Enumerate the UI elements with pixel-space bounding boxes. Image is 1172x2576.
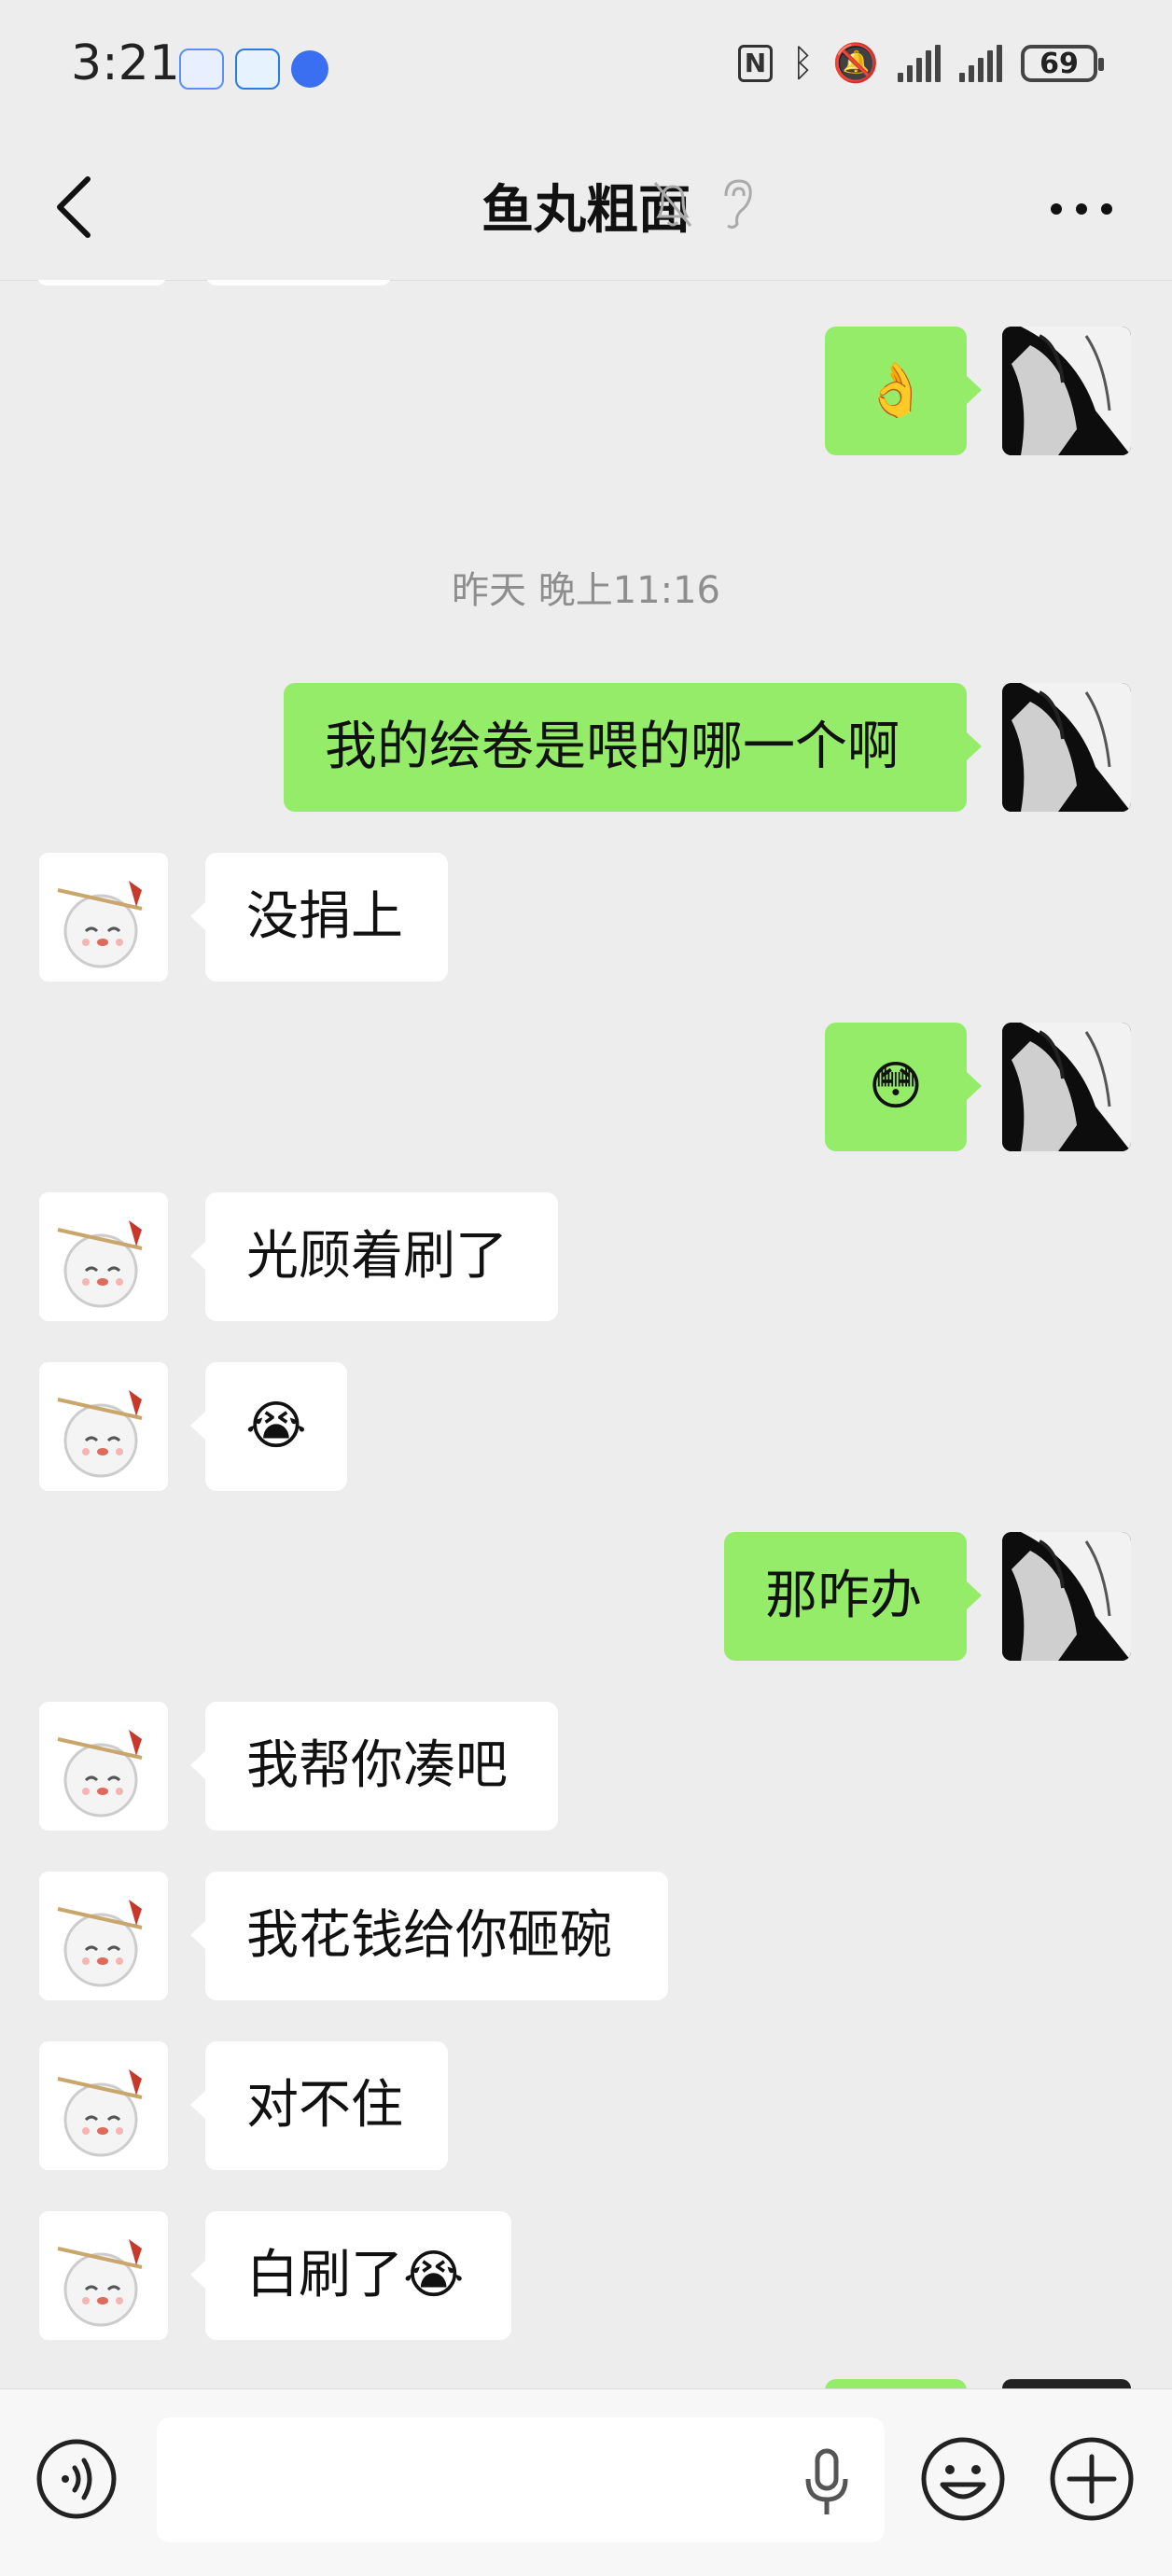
partial-bubble (825, 2379, 967, 2388)
message-bubble-contact[interactable]: 对不住 (190, 2041, 448, 2170)
avatar-contact[interactable] (39, 1192, 168, 1321)
avatar-contact[interactable] (39, 2211, 168, 2340)
message-bubble-contact[interactable]: 我帮你凑吧 (190, 1702, 558, 1831)
app-notification-icon (179, 49, 224, 90)
voice-icon[interactable] (34, 2436, 119, 2522)
input-bar (0, 2388, 1172, 2576)
app-notification-icon (235, 49, 280, 90)
chat-header: 鱼丸粗面 (0, 131, 1172, 281)
message-bubble-self[interactable]: 我的绘卷是喂的哪一个啊 (284, 683, 982, 812)
partial-avatar (37, 280, 166, 285)
timestamp: 昨天 晚上11:16 (452, 569, 720, 612)
mute-bell-icon (653, 182, 692, 227)
message-bubble-self[interactable]: 那咋办 (724, 1532, 982, 1661)
avatar-self[interactable] (1002, 327, 1131, 455)
status-bar: 3:21 N ᛒ 🔕 69 (0, 0, 1172, 131)
music-app-icon (291, 50, 328, 88)
mic-icon[interactable] (799, 2445, 855, 2520)
avatar-contact[interactable] (39, 1702, 168, 1831)
chat-title: 鱼丸粗面 (481, 180, 691, 241)
signal-icon (898, 44, 941, 82)
more-icon[interactable] (1039, 181, 1123, 237)
message-bubble-contact[interactable]: 白刷了😭 (190, 2211, 511, 2340)
message-bubble-self[interactable]: 😳 (825, 1023, 982, 1151)
nfc-icon: N (737, 44, 774, 82)
avatar-contact[interactable] (39, 1362, 168, 1491)
battery-icon: 69 (1021, 44, 1104, 82)
ear-icon (724, 179, 752, 230)
message-bubble-contact[interactable]: 我花钱给你砸碗 (190, 1872, 668, 2000)
avatar-self[interactable] (1002, 683, 1131, 812)
message-bubble-contact[interactable]: 😭 (190, 1362, 347, 1491)
avatar-self[interactable] (1002, 1023, 1131, 1151)
message-input[interactable] (157, 2417, 885, 2542)
message-bubble-self[interactable]: 👌 (825, 327, 982, 455)
message-bubble-contact[interactable]: 没捐上 (190, 853, 448, 982)
avatar-contact[interactable] (39, 2041, 168, 2170)
status-time: 3:21 (71, 35, 180, 91)
avatar-self[interactable] (1002, 1532, 1131, 1661)
bluetooth-icon: ᛒ (791, 41, 815, 85)
signal-icon (959, 44, 1002, 82)
emoji-icon[interactable] (918, 2434, 1008, 2524)
mute-icon: 🔕 (832, 42, 879, 85)
avatar-contact[interactable] (39, 853, 168, 982)
chat-message-list[interactable]: 👌 昨天 晚上11:16 我的绘卷是喂的哪一个啊 没捐上 😳 光顾着刷了 😭 那… (0, 280, 1172, 2388)
avatar-contact[interactable] (39, 1872, 168, 2000)
status-icons: N ᛒ 🔕 69 (737, 41, 1104, 85)
plus-icon[interactable] (1047, 2434, 1137, 2524)
message-bubble-contact[interactable]: 光顾着刷了 (190, 1192, 558, 1321)
partial-avatar (1002, 2379, 1131, 2388)
partial-bubble (205, 280, 392, 285)
